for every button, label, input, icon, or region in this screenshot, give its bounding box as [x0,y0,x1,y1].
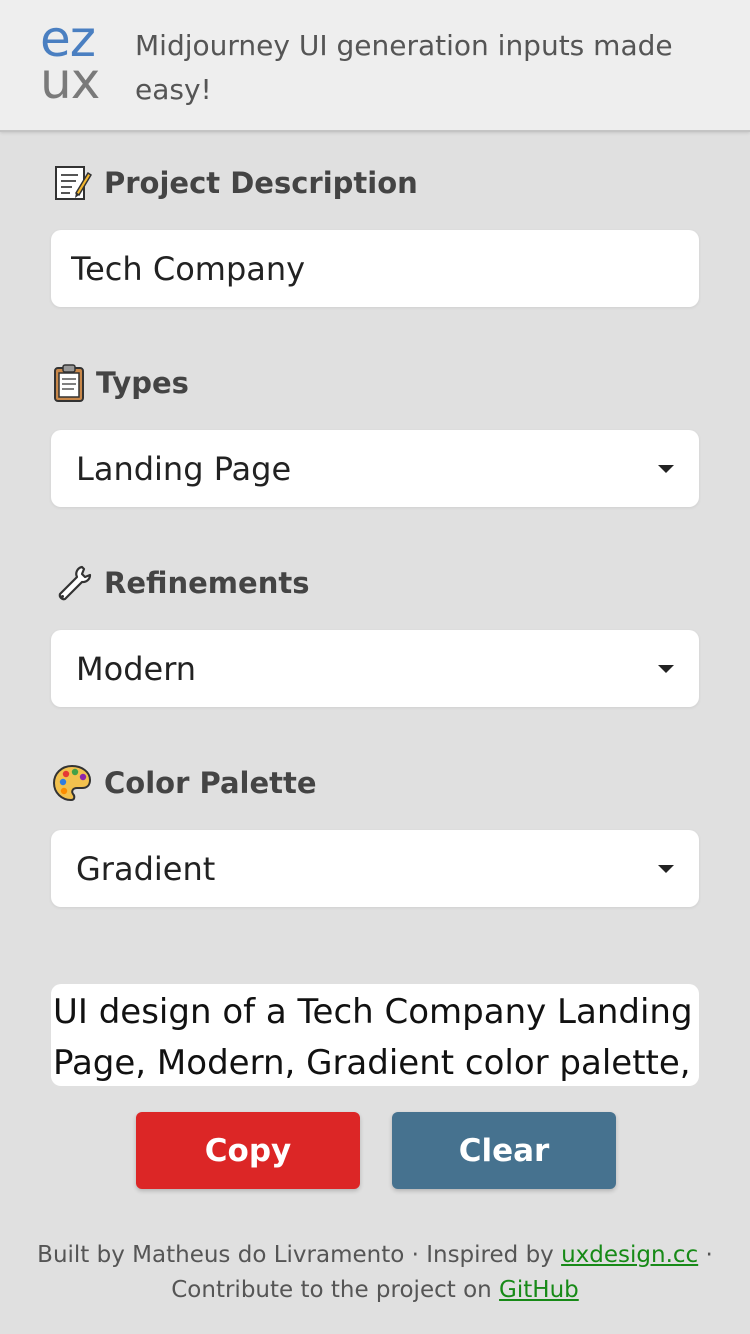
copy-button[interactable]: Copy [136,1112,360,1189]
footer-separator: · [698,1242,713,1268]
chevron-down-icon [658,464,674,473]
types-label: Types [52,363,189,403]
types-selected-value: Landing Page [76,449,292,488]
chevron-down-icon [658,664,674,673]
github-link[interactable]: GitHub [499,1277,579,1303]
types-text: Types [96,366,189,400]
tagline: Midjourney UI generation inputs made eas… [135,29,673,106]
logo-bottom: ux [40,52,100,110]
project-description-field[interactable] [51,230,699,307]
footer-built-by: Built by Matheus do Livramento · Inspire… [37,1242,562,1268]
palette-icon [52,763,92,803]
color-palette-select[interactable]: Gradient [51,830,699,907]
chevron-down-icon [658,864,674,873]
wrench-icon [52,563,92,603]
footer-line-2: Contribute to the project on GitHub [0,1273,750,1308]
color-palette-label: Color Palette [52,763,317,803]
color-palette-text: Color Palette [104,766,317,800]
color-palette-selected-value: Gradient [76,849,216,888]
memo-icon [52,163,93,203]
logo[interactable]: ez ux [40,14,110,110]
project-description-label: Project Description [52,163,418,203]
refinements-select[interactable]: Modern [51,630,699,707]
clear-button[interactable]: Clear [392,1112,616,1189]
types-select[interactable]: Landing Page [51,430,699,507]
project-description-input[interactable] [51,230,699,307]
prompt-output[interactable]: UI design of a Tech Company Landing Page… [51,984,699,1086]
refinements-label: Refinements [52,563,309,603]
footer-contribute: Contribute to the project on [171,1277,500,1303]
clipboard-icon [52,363,86,403]
refinements-text: Refinements [104,566,310,600]
uxdesign-link[interactable]: uxdesign.cc [561,1242,698,1268]
refinements-selected-value: Modern [76,649,197,688]
footer-line-1: Built by Matheus do Livramento · Inspire… [0,1238,750,1273]
footer: Built by Matheus do Livramento · Inspire… [0,1238,750,1308]
app-header: ez ux Midjourney UI generation inputs ma… [0,0,750,132]
project-description-text: Project Description [104,166,418,200]
